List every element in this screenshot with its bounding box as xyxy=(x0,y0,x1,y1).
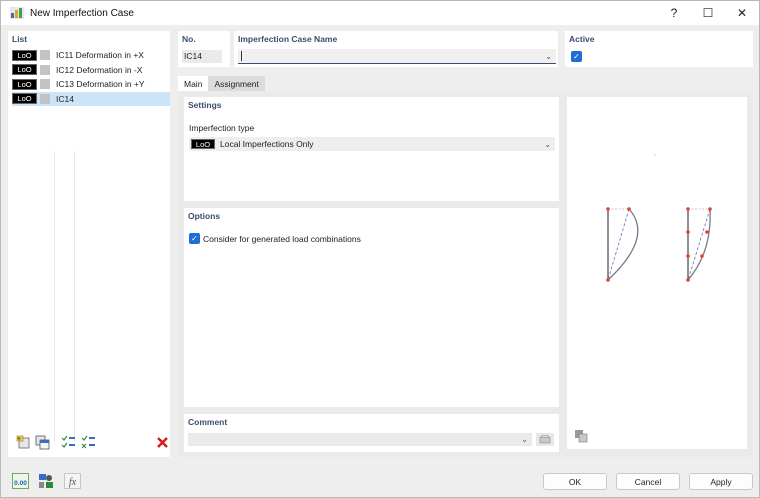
list-header: List xyxy=(12,34,28,44)
chevron-down-icon[interactable]: ⌄ xyxy=(545,52,552,61)
bottom-toolbar: 0.00 fx xyxy=(12,473,90,489)
comment-section: Comment ⌄ xyxy=(184,414,559,452)
list-toolbar xyxy=(15,434,170,452)
library-icon xyxy=(539,435,551,444)
consider-generated-option[interactable]: ✓ Consider for generated load combinatio… xyxy=(189,233,361,244)
loo-badge: LoO xyxy=(12,93,37,104)
color-swatch xyxy=(40,64,50,75)
color-swatch xyxy=(40,79,50,89)
list-divider xyxy=(74,151,75,441)
case-list: LoO IC11 Deformation in +X LoO IC12 Defo… xyxy=(12,48,170,106)
svg-text:0.00: 0.00 xyxy=(14,480,27,487)
close-icon[interactable]: ✕ xyxy=(725,1,759,25)
loo-badge: LoO xyxy=(12,78,37,90)
color-swatch xyxy=(40,93,50,104)
tab-strip: Main Assignment xyxy=(178,76,753,91)
active-panel: Active ✓ xyxy=(565,31,753,67)
imperfection-type-label: Imperfection type xyxy=(189,123,255,133)
imperfection-diagram xyxy=(606,154,712,282)
color-swatch xyxy=(40,50,50,60)
window-controls: ? ☐ ✕ xyxy=(657,1,759,25)
options-section: Options ✓ Consider for generated load co… xyxy=(184,208,559,407)
tabs-area: Main Assignment Settings Imperfection ty… xyxy=(178,76,753,457)
consider-generated-checkbox[interactable]: ✓ xyxy=(189,233,200,244)
comment-input[interactable]: ⌄ xyxy=(188,433,532,446)
model-info-icon[interactable] xyxy=(38,473,55,489)
list-divider xyxy=(54,151,55,441)
list-item[interactable]: LoO IC12 Deformation in -X xyxy=(12,63,170,77)
no-header: No. xyxy=(182,34,196,44)
copy-case-icon[interactable] xyxy=(34,434,50,450)
new-case-icon[interactable] xyxy=(15,434,31,450)
options-header: Options xyxy=(188,211,221,221)
maximize-icon[interactable]: ☐ xyxy=(691,1,725,25)
loo-badge: LoO xyxy=(12,49,37,61)
check-all-icon[interactable] xyxy=(61,434,77,450)
list-item[interactable]: LoO IC11 Deformation in +X xyxy=(12,48,170,62)
list-panel: List LoO IC11 Deformation in +X LoO IC12… xyxy=(8,31,170,457)
list-item-label: IC13 Deformation in +Y xyxy=(56,79,145,89)
consider-generated-label: Consider for generated load combinations xyxy=(203,233,361,244)
preview-settings-icon[interactable] xyxy=(573,428,589,444)
settings-header: Settings xyxy=(188,100,222,110)
tab-main[interactable]: Main xyxy=(178,76,209,91)
tab-assignment[interactable]: Assignment xyxy=(208,76,265,91)
comment-library-button[interactable] xyxy=(536,433,554,446)
units-icon[interactable]: 0.00 xyxy=(12,473,29,489)
app-icon xyxy=(10,7,24,19)
window-title: New Imperfection Case xyxy=(30,7,134,19)
tab-content: Settings Imperfection type LoO Local Imp… xyxy=(178,91,753,457)
list-item-selected[interactable]: LoO IC14 xyxy=(12,91,170,106)
apply-button[interactable]: Apply xyxy=(689,473,753,490)
list-item-label: IC14 xyxy=(56,93,74,104)
loo-badge: LoO xyxy=(12,64,37,75)
active-header: Active xyxy=(569,34,595,44)
imperfection-type-value: Local Imperfections Only xyxy=(220,139,314,149)
dialog-window: New Imperfection Case ? ☐ ✕ List LoO IC1… xyxy=(0,0,760,498)
delete-icon[interactable] xyxy=(154,434,170,450)
uncheck-all-icon[interactable] xyxy=(81,434,97,450)
active-checkbox[interactable]: ✓ xyxy=(571,51,582,62)
loo-badge: LoO xyxy=(191,139,215,149)
name-panel: Imperfection Case Name ⌄ xyxy=(234,31,558,67)
help-icon[interactable]: ? xyxy=(657,1,691,25)
case-name-input[interactable]: ⌄ xyxy=(238,49,556,64)
chevron-down-icon[interactable]: ⌄ xyxy=(544,140,551,149)
settings-section: Settings Imperfection type LoO Local Imp… xyxy=(184,97,559,201)
list-item[interactable]: LoO IC13 Deformation in +Y xyxy=(12,77,170,91)
text-caret xyxy=(241,51,242,61)
svg-text:fx: fx xyxy=(69,477,77,488)
list-item-label: IC12 Deformation in -X xyxy=(56,64,143,75)
cancel-button[interactable]: Cancel xyxy=(616,473,680,490)
ok-button[interactable]: OK xyxy=(543,473,607,490)
title-bar: New Imperfection Case ? ☐ ✕ xyxy=(1,1,759,25)
name-header: Imperfection Case Name xyxy=(238,34,338,44)
no-field[interactable]: IC14 xyxy=(182,50,222,63)
no-panel: No. IC14 xyxy=(178,31,230,67)
formula-icon[interactable]: fx xyxy=(64,473,81,489)
list-item-label: IC11 Deformation in +X xyxy=(56,50,144,60)
chevron-down-icon[interactable]: ⌄ xyxy=(521,435,528,444)
preview-panel xyxy=(567,97,747,449)
imperfection-type-select[interactable]: LoO Local Imperfections Only ⌄ xyxy=(189,137,555,151)
comment-header: Comment xyxy=(188,417,228,427)
